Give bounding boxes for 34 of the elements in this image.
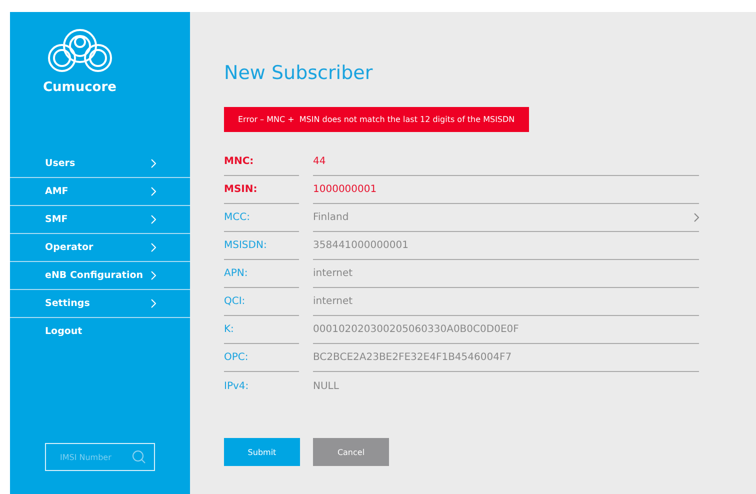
- nav-item[interactable]: Logout: [10, 318, 190, 345]
- input-field[interactable]: 000102020300205060330A0B0C0D0E0F: [313, 316, 699, 344]
- input-field[interactable]: 358441000000001: [313, 232, 699, 260]
- page-title: New Subscriber: [224, 62, 374, 84]
- chevron-right-icon: [151, 243, 156, 252]
- input-field[interactable]: 44: [313, 148, 699, 176]
- field-label: MSISDN:: [224, 232, 299, 260]
- chevron-right-icon: [151, 215, 156, 224]
- search-field[interactable]: IMSI Number: [45, 443, 155, 471]
- input-field[interactable]: internet: [313, 288, 699, 316]
- error-banner: Error – MNC + MSIN does not match the last 12 digits of the MSISDN: [224, 107, 529, 132]
- field-label: MSIN:: [224, 176, 299, 204]
- search-icon: [132, 450, 146, 464]
- field-label: QCI:: [224, 288, 299, 316]
- chevron-right-icon: [151, 271, 156, 280]
- input-field[interactable]: BC2BCE2A23BE2FE32E4F1B4546004F7: [313, 344, 699, 372]
- select-field[interactable]: Finland: [313, 204, 699, 232]
- field-label: APN:: [224, 260, 299, 288]
- submit-button[interactable]: Submit: [224, 438, 300, 466]
- input-field[interactable]: 1000000001: [313, 176, 699, 204]
- chevron-right-icon: [151, 299, 156, 308]
- field-label: MNC:: [224, 148, 299, 176]
- brand-name: Cumucore: [43, 80, 116, 95]
- chevron-right-icon: [151, 159, 156, 168]
- field-label: OPC:: [224, 344, 299, 372]
- field-label: IPv4:: [224, 380, 250, 394]
- field-label: K:: [224, 316, 299, 344]
- chevron-right-icon: [694, 213, 699, 222]
- cloud-rings-icon: [45, 28, 115, 74]
- input-field[interactable]: NULL: [313, 372, 699, 400]
- chevron-right-icon: [151, 187, 156, 196]
- cancel-button[interactable]: Cancel: [313, 438, 389, 466]
- field-label: MCC:: [224, 204, 299, 232]
- input-field[interactable]: internet: [313, 260, 699, 288]
